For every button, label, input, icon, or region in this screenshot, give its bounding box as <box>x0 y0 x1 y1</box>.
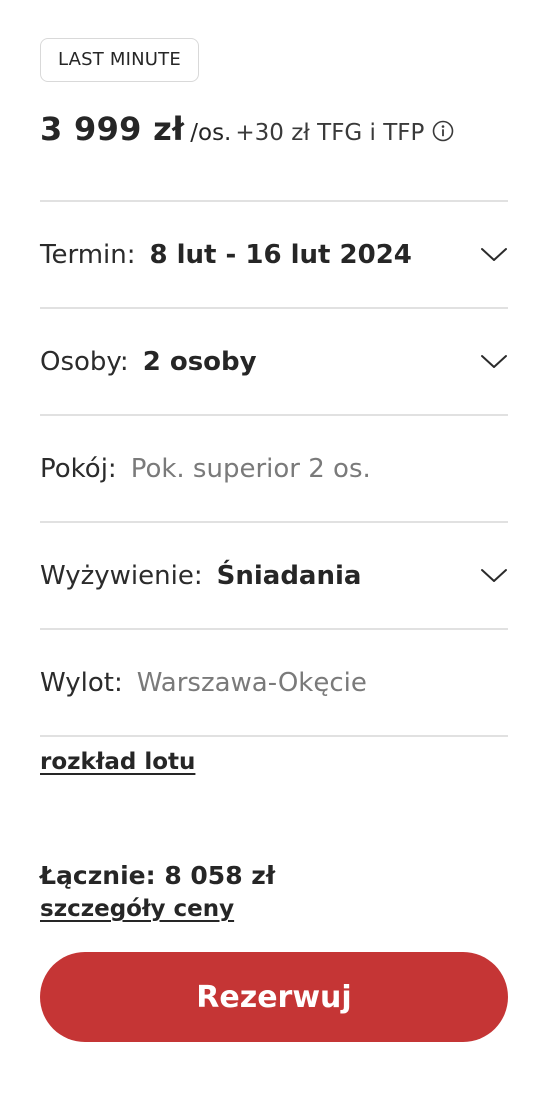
persons-label: Osoby: <box>40 346 129 377</box>
info-circle-icon[interactable] <box>432 120 454 142</box>
departure-field: Wylot: Warszawa-Okęcie <box>40 630 508 735</box>
total-price: Łącznie: 8 058 zł <box>40 861 276 890</box>
chevron-down-icon[interactable] <box>480 243 508 265</box>
room-value: Pok. superior 2 os. <box>130 453 371 484</box>
board-label: Wyżywienie: <box>40 560 203 591</box>
last-minute-badge: LAST MINUTE <box>40 38 199 82</box>
price-row: 3 999 zł /os. +30 zł TFG i TFP <box>40 110 508 158</box>
price-per-person: 3 999 zł <box>40 110 185 148</box>
price-unit: /os. <box>190 120 232 146</box>
term-select[interactable]: Termin: 8 lut - 16 lut 2024 <box>40 202 508 307</box>
chevron-down-icon[interactable] <box>480 350 508 372</box>
departure-label: Wylot: <box>40 667 123 698</box>
term-value: 8 lut - 16 lut 2024 <box>149 239 412 270</box>
room-label: Pokój: <box>40 453 117 484</box>
board-select[interactable]: Wyżywienie: Śniadania <box>40 523 508 628</box>
flight-schedule-link[interactable]: rozkład lotu <box>40 749 195 775</box>
room-field: Pokój: Pok. superior 2 os. <box>40 416 508 521</box>
term-label: Termin: <box>40 239 136 270</box>
chevron-down-icon[interactable] <box>480 564 508 586</box>
price-extra-fees: +30 zł TFG i TFP <box>235 120 425 146</box>
booking-panel: LAST MINUTE 3 999 zł /os. +30 zł TFG i T… <box>40 38 508 1042</box>
price-details-link[interactable]: szczegóły ceny <box>40 896 234 922</box>
divider <box>40 735 508 737</box>
book-button[interactable]: Rezerwuj <box>40 952 508 1042</box>
persons-select[interactable]: Osoby: 2 osoby <box>40 309 508 414</box>
persons-value: 2 osoby <box>142 346 257 377</box>
board-value: Śniadania <box>216 560 362 591</box>
departure-value: Warszawa-Okęcie <box>136 667 367 698</box>
